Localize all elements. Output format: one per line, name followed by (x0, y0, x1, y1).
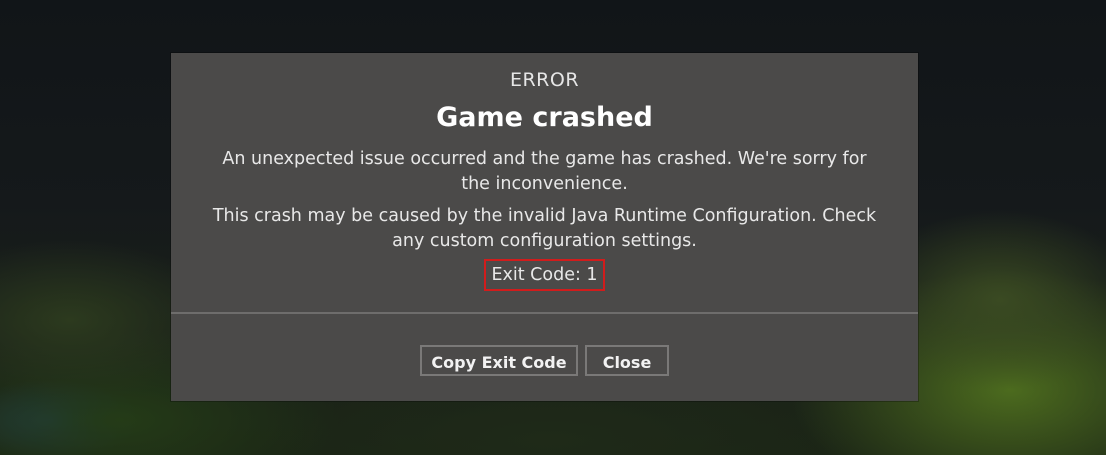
close-button[interactable]: Close (585, 345, 669, 376)
dialog-button-row: Copy Exit Code Close (171, 345, 918, 376)
copy-exit-code-button[interactable]: Copy Exit Code (420, 345, 578, 376)
dialog-title: Game crashed (436, 102, 653, 133)
dialog-divider (171, 312, 918, 314)
exit-code-label: Exit Code: 1 (484, 259, 605, 291)
crash-dialog: ERROR Game crashed An unexpected issue o… (171, 53, 918, 401)
crash-cause-message: This crash may be caused by the invalid … (212, 206, 877, 251)
dialog-kicker: ERROR (509, 69, 580, 91)
crash-message: An unexpected issue occurred and the gam… (222, 149, 867, 194)
exit-code-row: Exit Code: 1 (171, 259, 918, 291)
